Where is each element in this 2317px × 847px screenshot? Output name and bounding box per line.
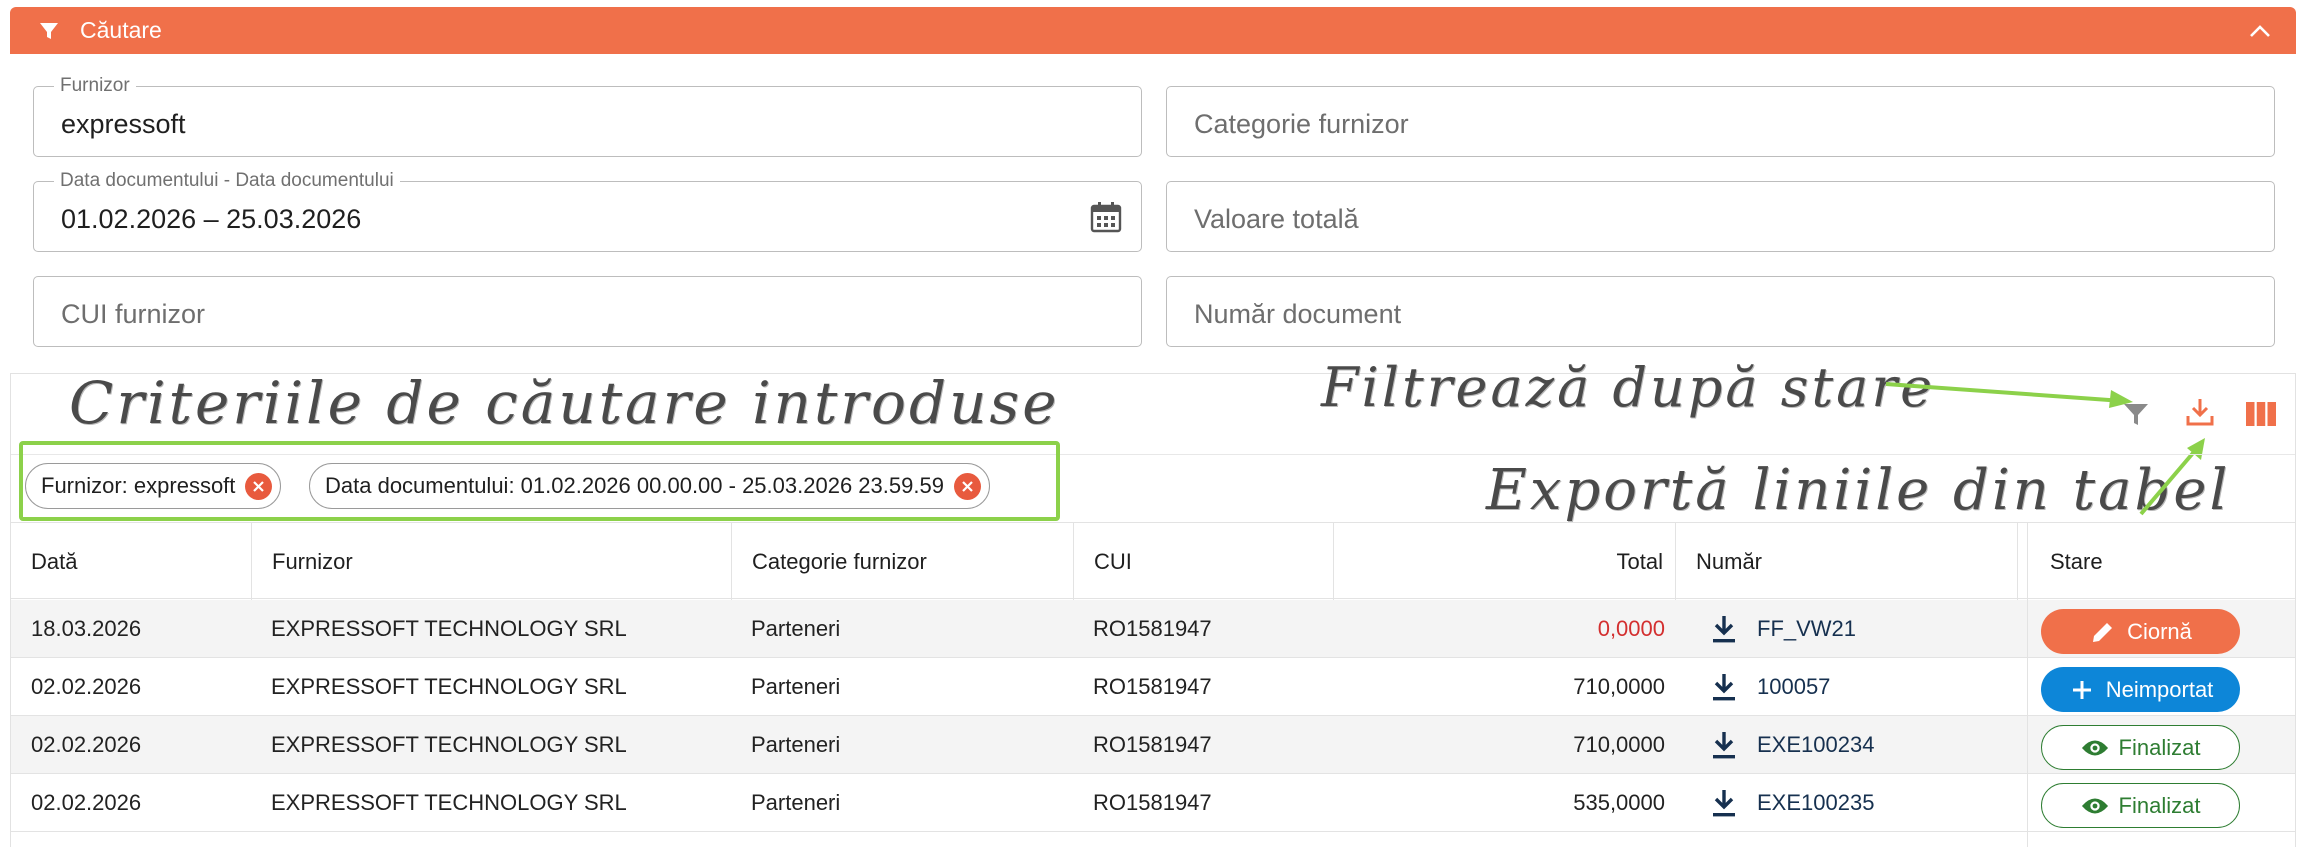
stare-column-divider (2027, 522, 2028, 847)
download-icon[interactable] (1711, 730, 1737, 760)
eye-icon (2081, 734, 2109, 762)
cell-cui: RO1581947 (1093, 732, 1212, 757)
status-button-finalizat[interactable]: Finalizat (2041, 783, 2240, 828)
cell-total: 0,0000 (1597, 616, 1665, 641)
status-button-ciorna[interactable]: Ciornă (2041, 609, 2240, 654)
chip-furnizor-label: Furnizor: expressoft (41, 473, 236, 498)
header-total[interactable]: Total (1333, 523, 1665, 600)
table-header: Dată Furnizor Categorie furnizor CUI Tot… (11, 522, 2295, 600)
cell-cui: RO1581947 (1093, 790, 1212, 815)
status-filter-icon[interactable] (2118, 396, 2154, 432)
cell-categorie: Parteneri (751, 732, 841, 757)
cell-numar[interactable]: EXE100234 (1711, 716, 1874, 774)
plus-icon (2068, 676, 2096, 704)
table-row[interactable]: 02.02.2026 EXPRESSOFT TECHNOLOGY SRL Par… (11, 716, 2295, 774)
cell-furnizor: EXPRESSOFT TECHNOLOGY SRL (271, 616, 627, 641)
chip-data-documentului[interactable]: Data documentului: 01.02.2026 00.00.00 -… (309, 463, 990, 509)
furnizor-value: expressoft (61, 109, 186, 139)
cell-furnizor: EXPRESSOFT TECHNOLOGY SRL (271, 674, 627, 699)
filter-icon (36, 18, 62, 44)
table-row[interactable]: 18.03.2026 EXPRESSOFT TECHNOLOGY SRL Par… (11, 600, 2295, 658)
cell-categorie: Parteneri (751, 674, 841, 699)
data-documentului-value: 01.02.2026 – 25.03.2026 (61, 204, 362, 234)
numar-link[interactable]: EXE100234 (1757, 732, 1874, 758)
download-icon[interactable] (1711, 788, 1737, 818)
furnizor-field[interactable]: Furnizor expressoft (33, 75, 1142, 157)
numar-link[interactable]: FF_VW21 (1757, 616, 1856, 642)
cell-categorie: Parteneri (751, 616, 841, 641)
status-label: Neimportat (2105, 676, 2214, 702)
header-numar[interactable]: Număr (1675, 523, 1762, 600)
cell-furnizor: EXPRESSOFT TECHNOLOGY SRL (271, 732, 627, 757)
numar-document-field[interactable]: Număr document (1166, 276, 2275, 347)
cell-data: 18.03.2026 (31, 616, 142, 641)
status-button-finalizat[interactable]: Finalizat (2041, 725, 2240, 770)
search-panel-header[interactable]: Căutare (10, 7, 2296, 54)
table-row[interactable]: 02.02.2026 EXPRESSOFT TECHNOLOGY SRL Par… (11, 658, 2295, 716)
numar-document-placeholder: Număr document (1194, 299, 1402, 329)
pencil-icon (2089, 618, 2117, 646)
numar-link[interactable]: EXE100235 (1757, 790, 1874, 816)
cell-total: 535,0000 (1573, 790, 1665, 815)
cui-furnizor-placeholder: CUI furnizor (61, 299, 206, 329)
table-row[interactable]: 02.02.2026 EXPRESSOFT TECHNOLOGY SRL Par… (11, 774, 2295, 832)
close-circle-icon[interactable] (245, 472, 273, 500)
calendar-icon[interactable] (1089, 200, 1123, 234)
cell-total: 710,0000 (1573, 674, 1665, 699)
status-button-neimportat[interactable]: Neimportat (2041, 667, 2240, 712)
cell-cui: RO1581947 (1093, 616, 1212, 641)
cell-categorie: Parteneri (751, 790, 841, 815)
status-label: Ciornă (2127, 618, 2192, 644)
header-cui[interactable]: CUI (1073, 523, 1132, 600)
eye-icon (2081, 792, 2109, 820)
header-stare[interactable]: Stare (2017, 523, 2103, 600)
furnizor-label: Furnizor (54, 75, 136, 97)
cell-furnizor: EXPRESSOFT TECHNOLOGY SRL (271, 790, 627, 815)
cell-numar[interactable]: EXE100235 (1711, 774, 1874, 832)
chevron-up-icon[interactable] (2246, 17, 2274, 45)
header-data[interactable]: Dată (31, 523, 77, 600)
cell-data: 02.02.2026 (31, 790, 142, 815)
chip-furnizor[interactable]: Furnizor: expressoft (25, 463, 282, 509)
valoare-totala-placeholder: Valoare totală (1194, 204, 1359, 234)
categorie-furnizor-field[interactable]: Categorie furnizor (1166, 86, 2275, 157)
download-icon[interactable] (1711, 614, 1737, 644)
columns-icon[interactable] (2243, 396, 2279, 432)
cell-numar[interactable]: FF_VW21 (1711, 600, 1856, 658)
data-documentului-label: Data documentului - Data documentului (54, 170, 400, 192)
header-categorie[interactable]: Categorie furnizor (731, 523, 927, 600)
status-label: Finalizat (2118, 792, 2201, 818)
export-download-icon[interactable] (2182, 394, 2218, 430)
cui-furnizor-field[interactable]: CUI furnizor (33, 276, 1142, 347)
valoare-totala-field[interactable]: Valoare totală (1166, 181, 2275, 252)
status-label: Finalizat (2118, 734, 2201, 760)
close-circle-icon[interactable] (953, 472, 981, 500)
numar-link[interactable]: 100057 (1757, 674, 1830, 700)
download-icon[interactable] (1711, 672, 1737, 702)
cell-total: 710,0000 (1573, 732, 1665, 757)
cell-data: 02.02.2026 (31, 732, 142, 757)
results-panel: Criteriile de căutare introduse Filtreaz… (10, 356, 2296, 847)
cell-numar[interactable]: 100057 (1711, 658, 1830, 716)
cell-cui: RO1581947 (1093, 674, 1212, 699)
cell-data: 02.02.2026 (31, 674, 142, 699)
header-furnizor[interactable]: Furnizor (251, 523, 353, 600)
search-title: Căutare (80, 17, 162, 43)
data-documentului-field[interactable]: Data documentului - Data documentului 01… (33, 170, 1142, 252)
chip-data-documentului-label: Data documentului: 01.02.2026 00.00.00 -… (325, 473, 944, 498)
categorie-furnizor-placeholder: Categorie furnizor (1194, 109, 1409, 139)
